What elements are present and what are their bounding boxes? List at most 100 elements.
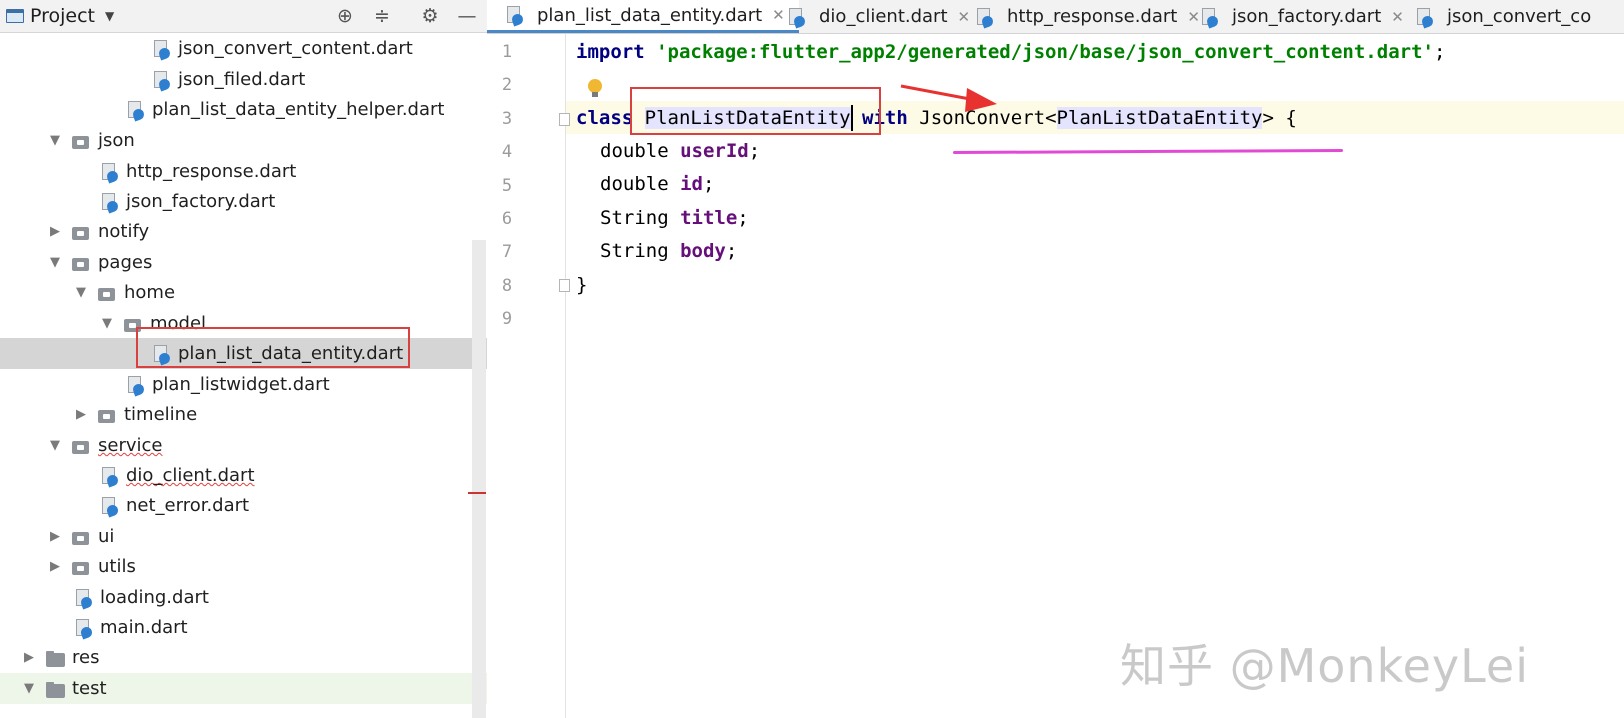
tree-item-label: ui [98, 526, 115, 547]
fold-marker-close[interactable] [559, 279, 570, 292]
folder-icon [96, 282, 118, 304]
editor-tab[interactable]: dio_client.dart ✕ [769, 0, 984, 33]
dart-file-icon [98, 495, 120, 517]
tree-item[interactable]: ▶ ui [0, 521, 505, 552]
error-stripe-mark [468, 492, 486, 494]
editor-tab[interactable]: http_response.dart ✕ [957, 0, 1214, 33]
tab-label: json_convert_co [1447, 6, 1592, 27]
field-title: title [680, 207, 738, 229]
tree-item-label: json [98, 130, 135, 151]
tree-item[interactable]: plan_listwidget.dart [0, 369, 505, 400]
tree-item[interactable]: ▶ timeline [0, 399, 505, 430]
annotation-arrow [900, 84, 997, 112]
tree-item[interactable]: ▼ pages [0, 247, 505, 278]
dart-file-icon [150, 38, 172, 60]
folder-icon [70, 221, 92, 243]
expand-arrow-icon[interactable]: ▼ [22, 681, 36, 696]
expand-arrow-icon[interactable]: ▼ [74, 285, 88, 300]
gear-icon[interactable]: ⚙ [418, 4, 442, 28]
crosshair-icon[interactable]: ⊕ [333, 4, 357, 28]
tree-item-label: pages [98, 252, 153, 273]
tree-item[interactable]: ▶ res [0, 642, 505, 673]
import-keyword: import [576, 41, 645, 63]
field-userId: userId [680, 140, 749, 162]
collapse-arrow-icon[interactable]: ▶ [48, 224, 62, 239]
folder-icon [70, 435, 92, 457]
dart-file-icon [150, 69, 172, 91]
tree-item[interactable]: main.dart [0, 612, 505, 643]
dart-file-icon [1198, 6, 1220, 28]
collapse-arrow-icon[interactable]: ▶ [22, 650, 36, 665]
tree-item-label: utils [98, 556, 136, 577]
collapse-arrow-icon[interactable]: ▶ [48, 559, 62, 574]
tree-item[interactable]: json_factory.dart [0, 186, 505, 217]
lightbulb-icon[interactable] [588, 79, 602, 99]
line-number: 5 [501, 175, 513, 196]
tree-item[interactable]: ▶ notify [0, 216, 505, 247]
chevron-down-icon[interactable]: ▼ [105, 9, 114, 23]
expand-arrow-icon[interactable]: ▼ [48, 438, 62, 453]
line-number-gutter: 1 2 3 4 5 6 7 8 9 [487, 34, 566, 718]
tab-label: dio_client.dart [819, 6, 948, 27]
tree-item-label: home [124, 282, 176, 303]
tree-item[interactable]: loading.dart [0, 582, 505, 613]
folder-icon [70, 252, 92, 274]
code-line-8: } [576, 274, 588, 296]
dart-file-icon [1413, 6, 1435, 28]
tree-item[interactable]: net_error.dart [0, 490, 505, 521]
dart-file-icon [973, 6, 995, 28]
code-line-1: import 'package:flutter_app2/generated/j… [576, 36, 1445, 69]
folder-icon [70, 130, 92, 152]
editor-tab[interactable]: plan_list_data_entity.dart ✕ [487, 0, 799, 33]
collapse-arrow-icon[interactable]: ▶ [48, 529, 62, 544]
folder-icon [44, 647, 66, 669]
annotation-box-class-name [630, 87, 881, 135]
tree-item[interactable]: json_filed.dart [0, 64, 505, 95]
code-line-7: String body; [600, 240, 738, 262]
collapse-icon[interactable]: ≑ [370, 4, 394, 28]
editor-tab[interactable]: json_factory.dart ✕ [1182, 0, 1418, 33]
tree-item-label: json_convert_content.dart [178, 38, 413, 59]
class-keyword: class [576, 107, 634, 129]
tab-label: plan_list_data_entity.dart [537, 4, 763, 26]
expand-arrow-icon[interactable]: ▼ [100, 316, 114, 331]
line-number: 7 [501, 242, 513, 263]
tree-item-label: net_error.dart [126, 495, 250, 516]
collapse-arrow-icon[interactable]: ▶ [74, 407, 88, 422]
tree-item[interactable]: ▼ json [0, 125, 505, 156]
annotation-box-selected-file [136, 327, 410, 368]
line-number: 8 [501, 275, 513, 296]
tree-item-label: service [98, 435, 163, 456]
dart-file-icon [124, 374, 146, 396]
tree-item[interactable]: json_convert_content.dart [0, 33, 505, 64]
tree-item-label: test [72, 678, 107, 699]
tree-item-label: res [72, 647, 100, 668]
editor-tab[interactable]: json_convert_co [1397, 0, 1605, 33]
watermark: 知乎 @MonkeyLei [1119, 639, 1529, 693]
project-title: Project [30, 5, 96, 27]
minimize-icon[interactable]: — [455, 4, 479, 28]
project-icon [6, 9, 24, 23]
folder-icon [70, 556, 92, 578]
folder-icon [44, 678, 66, 700]
project-view-selector[interactable]: Project ▼ [6, 0, 114, 32]
tree-item[interactable]: plan_list_data_entity_helper.dart [0, 94, 505, 125]
tree-item[interactable]: ▼ test [0, 673, 505, 704]
tree-item[interactable]: ▼ home [0, 277, 505, 308]
expand-arrow-icon[interactable]: ▼ [48, 255, 62, 270]
editor-tab-bar: plan_list_data_entity.dart ✕ dio_client.da… [487, 0, 1624, 34]
code-editor[interactable]: 1 2 3 4 5 6 7 8 9 import 'package:flutter_app2/g… [487, 34, 1624, 718]
tree-item[interactable]: ▼ service [0, 430, 505, 461]
tree-item-label: http_response.dart [126, 161, 297, 182]
semicolon: ; [1433, 41, 1446, 63]
dart-file-icon [124, 99, 146, 121]
tree-scrollbar[interactable] [472, 240, 486, 718]
fold-marker-open[interactable] [559, 113, 570, 126]
folder-icon [70, 526, 92, 548]
tree-item[interactable]: ▶ utils [0, 551, 505, 582]
line-number: 9 [501, 309, 513, 330]
tree-item[interactable]: http_response.dart [0, 156, 505, 187]
project-panel: Project ▼ ⊕ ≑ ⚙ — json_convert_content.d… [0, 0, 506, 718]
tree-item[interactable]: dio_client.dart [0, 460, 505, 491]
expand-arrow-icon[interactable]: ▼ [48, 133, 62, 148]
